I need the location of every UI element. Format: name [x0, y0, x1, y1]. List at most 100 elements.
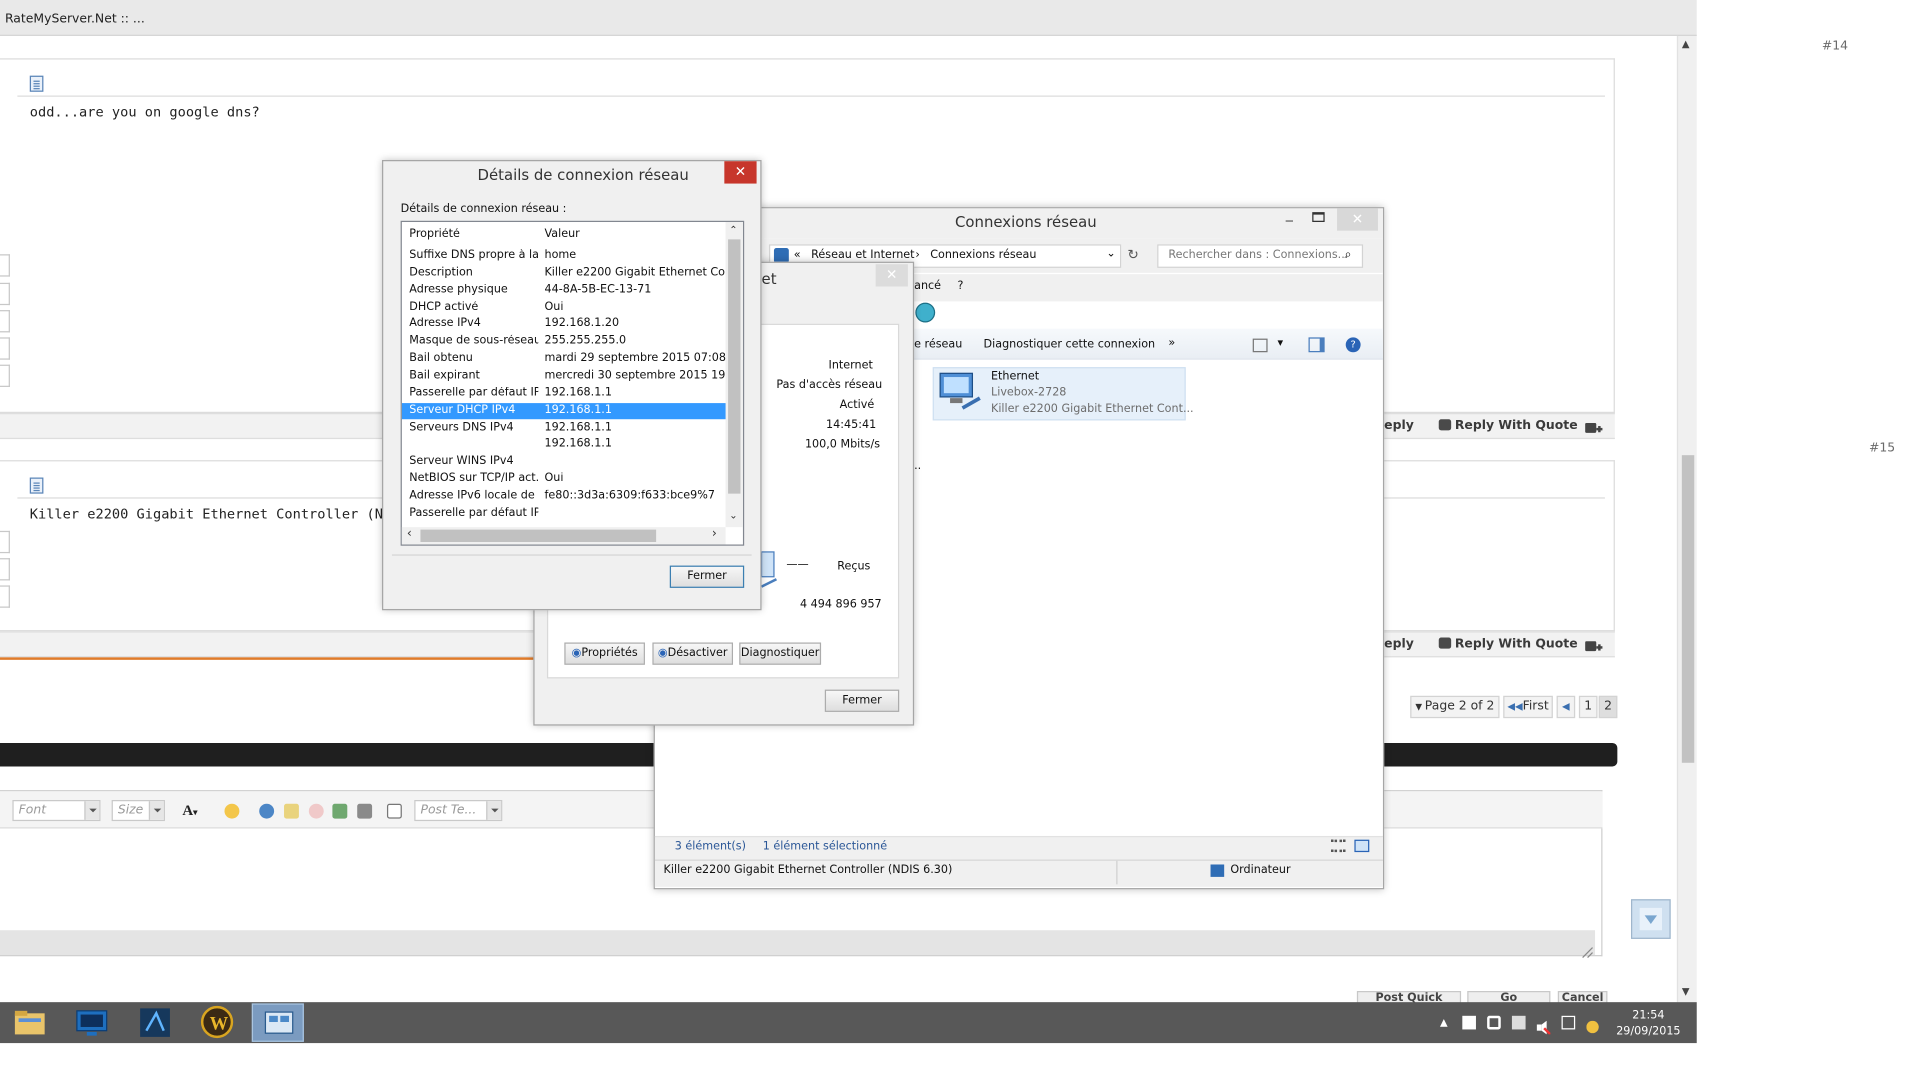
reply-with-quote-button[interactable]: Reply With Quote	[1438, 419, 1578, 433]
scroll-down-icon[interactable]: ▼	[1682, 986, 1690, 997]
browser-tab-title[interactable]: RateMyServer.Net :: ...	[5, 12, 145, 26]
resize-grip-icon[interactable]	[1581, 940, 1593, 958]
tray-app-icon[interactable]	[1487, 1015, 1501, 1030]
detail-row[interactable]: NetBIOS sur TCP/IP act... Oui	[402, 471, 727, 487]
close-details-button[interactable]: Fermer	[669, 565, 745, 588]
scroll-up-icon[interactable]: ▲	[1682, 38, 1690, 49]
detail-row[interactable]: 192.168.1.1	[402, 437, 727, 453]
refresh-icon[interactable]: ↻	[1127, 247, 1138, 263]
preview-pane-icon[interactable]	[1308, 337, 1325, 353]
breadcrumb-item[interactable]: Réseau et Internet	[811, 249, 914, 261]
maximize-icon[interactable]	[1312, 212, 1325, 223]
cmd-network-button[interactable]: e réseau	[914, 339, 962, 351]
gutter-tab[interactable]	[0, 337, 10, 360]
diagnose-button[interactable]: Diagnostiquer	[739, 642, 822, 665]
detail-row[interactable]: Suffixe DNS propre à la ... home	[402, 248, 727, 264]
link-icon[interactable]	[259, 803, 275, 819]
text-color-icon[interactable]: A▾	[182, 801, 197, 820]
video-icon[interactable]	[357, 803, 373, 819]
gutter-tab[interactable]	[0, 310, 10, 333]
list-horizontal-thumb[interactable]	[420, 529, 657, 543]
chevron-down-icon[interactable]: ▾	[1278, 337, 1284, 349]
file-explorer-icon[interactable]	[4, 1003, 56, 1041]
gutter-tab[interactable]	[0, 530, 10, 554]
chevron-down-icon[interactable]: ⌄	[1106, 248, 1115, 260]
network-icon[interactable]	[1561, 1015, 1576, 1030]
column-header-value[interactable]: Valeur	[544, 228, 728, 240]
detail-row[interactable]: Adresse IPv6 locale de li... fe80::3d3a:6…	[402, 489, 727, 505]
reply-button[interactable]: eply	[1384, 638, 1414, 652]
detail-row[interactable]: Passerelle par défaut IPv6	[402, 506, 727, 522]
gutter-tab[interactable]	[0, 282, 10, 306]
page-link[interactable]: 1	[1578, 695, 1598, 719]
detail-row[interactable]: Bail expirant mercredi 30 septembre 2015 …	[402, 368, 728, 384]
reply-button[interactable]: eply	[1384, 419, 1414, 433]
diagnose-connection-button[interactable]: Diagnostiquer cette connexion	[984, 339, 1156, 351]
scroll-up-icon[interactable]: ⌃	[729, 224, 737, 235]
network-settings-icon[interactable]	[251, 1003, 304, 1042]
close-status-button[interactable]: Fermer	[824, 689, 900, 712]
gutter-tab[interactable]	[0, 585, 10, 608]
detail-row[interactable]: Serveurs DNS IPv4 192.168.1.1	[402, 420, 727, 436]
gutter-tab[interactable]	[0, 558, 10, 581]
more-commands-button[interactable]: »	[1168, 337, 1175, 349]
scroll-right-icon[interactable]: ›	[712, 527, 717, 541]
email-icon[interactable]	[284, 803, 299, 819]
details-list[interactable]: Propriété Valeur Suffixe DNS propre à la…	[400, 220, 745, 546]
chevron-right-icon[interactable]: ›	[915, 249, 919, 261]
details-view-icon[interactable]	[1330, 839, 1346, 853]
detail-row[interactable]: Bail obtenu mardi 29 septembre 2015 07:08…	[402, 351, 728, 367]
detail-row[interactable]: Masque de sous-réseau ... 255.255.255.0	[402, 334, 727, 350]
post-number[interactable]: #15	[1869, 442, 1895, 456]
scroll-left-icon[interactable]: ‹	[407, 527, 412, 541]
minimize-icon[interactable]: ‒	[1285, 212, 1300, 228]
unlink-icon[interactable]	[308, 803, 324, 819]
scroll-down-icon[interactable]: ⌄	[729, 510, 737, 521]
tray-expand-icon[interactable]: ▲	[1440, 1017, 1448, 1028]
detail-row[interactable]: Adresse IPv4 192.168.1.20	[402, 317, 727, 333]
gutter-tab[interactable]	[0, 364, 10, 387]
reply-with-quote-button[interactable]: Reply With Quote	[1438, 637, 1578, 651]
close-button[interactable]: ✕	[875, 264, 908, 287]
prev-page-link[interactable]: ◀	[1556, 695, 1576, 719]
taskbar-clock[interactable]: 21:54 29/09/2015	[1612, 1008, 1684, 1040]
search-icon[interactable]: ⌕	[1344, 248, 1351, 262]
search-input[interactable]: Rechercher dans : Connexions...	[1157, 244, 1364, 268]
detail-row[interactable]: DHCP activé Oui	[402, 300, 727, 316]
large-icons-view-icon[interactable]	[1354, 839, 1370, 853]
quote-icon[interactable]	[386, 803, 402, 819]
detail-row[interactable]: Serveur WINS IPv4	[402, 454, 727, 470]
detail-row[interactable]: Adresse physique 44-8A-5B-EC-13-71	[402, 282, 727, 298]
speaker-muted-icon[interactable]	[1536, 1016, 1552, 1036]
detail-row[interactable]: Description Killer e2200 Gigabit Ethernet…	[402, 265, 728, 281]
font-select[interactable]: Font	[12, 799, 101, 822]
breadcrumb-item[interactable]: Connexions réseau	[930, 249, 1036, 261]
column-header-property[interactable]: Propriété	[409, 228, 538, 240]
close-button[interactable]: ✕	[1337, 208, 1378, 231]
page-scroll-thumb[interactable]	[1681, 455, 1695, 763]
warcraft-icon[interactable]: W	[191, 1003, 243, 1041]
size-select[interactable]: Size	[111, 799, 165, 822]
menu-item-advanced[interactable]: ancé	[914, 280, 941, 292]
app-icon[interactable]	[129, 1003, 181, 1041]
post-number[interactable]: #14	[1822, 40, 1848, 54]
tray-device-icon[interactable]	[1511, 1015, 1526, 1030]
image-icon[interactable]	[332, 803, 348, 819]
menu-item-help[interactable]: ?	[958, 280, 964, 292]
smiley-icon[interactable]	[224, 803, 240, 819]
properties-button[interactable]: ◉Propriétés	[564, 642, 645, 665]
view-options-icon[interactable]	[1252, 338, 1268, 353]
gutter-tab[interactable]	[0, 254, 10, 277]
multi-quote-icon[interactable]	[1585, 418, 1603, 433]
post-template-select[interactable]: Post Te...	[414, 799, 503, 822]
notification-icon[interactable]	[1586, 1016, 1600, 1034]
current-page[interactable]: 2	[1598, 695, 1618, 719]
multi-quote-icon[interactable]	[1585, 636, 1603, 652]
first-page-link[interactable]: ◀◀First	[1503, 695, 1553, 719]
list-vertical-thumb[interactable]	[728, 239, 741, 494]
remote-desktop-icon[interactable]	[67, 1003, 119, 1041]
detail-row[interactable]: Passerelle par défaut IPv4 192.168.1.1	[402, 385, 727, 401]
help-icon[interactable]: ?	[1345, 337, 1361, 353]
close-button[interactable]: ✕	[724, 161, 757, 184]
detail-row[interactable]: Serveur DHCP IPv4 192.168.1.1	[401, 402, 727, 419]
